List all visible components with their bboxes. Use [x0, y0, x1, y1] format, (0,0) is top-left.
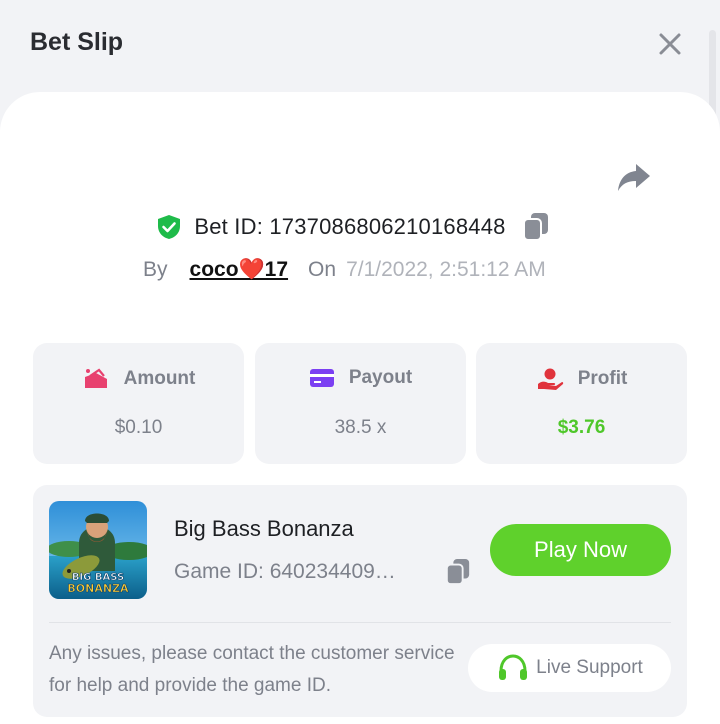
stats-row: Amount $0.10 Payout 38.5 x Profit $3.76 [0, 343, 720, 465]
copy-bet-id-icon[interactable] [522, 212, 550, 242]
hand-coin-icon [537, 368, 563, 390]
by-label: By [143, 258, 168, 281]
bet-id-row: Bet ID: 1737086806210168448 [0, 208, 720, 246]
on-label: On [308, 258, 337, 281]
card-icon [309, 369, 334, 387]
divider [49, 622, 671, 623]
play-now-button[interactable]: Play Now [490, 524, 671, 576]
header: Bet Slip [0, 0, 720, 90]
close-icon [659, 33, 681, 55]
payout-label: Payout [348, 367, 413, 388]
live-support-label: Live Support [536, 657, 643, 678]
issue-text: Any issues, please contact the customer … [49, 643, 455, 696]
shield-check-icon [158, 215, 181, 239]
game-name: Big Bass Bonanza [174, 516, 354, 541]
profit-card: Profit $3.76 [476, 343, 687, 464]
share-button[interactable] [614, 160, 654, 194]
amount-label: Amount [123, 368, 196, 389]
bet-id: Bet ID: 1737086806210168448 [194, 214, 506, 239]
game-thumbnail[interactable]: BIG BASS BONANZA [49, 501, 147, 599]
copy-game-id-icon[interactable] [445, 557, 471, 587]
game-card: BIG BASS BONANZA Big Bass Bonanza Game I… [33, 485, 687, 717]
game-id: Game ID: 640234409… [174, 560, 396, 583]
page-title: Bet Slip [30, 28, 124, 56]
thumbnail-title-line2: BONANZA [67, 582, 129, 595]
money-icon [84, 368, 107, 388]
profit-label: Profit [577, 368, 628, 389]
close-button[interactable] [654, 28, 686, 60]
payout-card: Payout 38.5 x [255, 343, 466, 464]
share-icon [618, 164, 650, 191]
bet-meta-row: By coco❤️17 On 7/1/2022, 2:51:12 AM [143, 254, 546, 286]
bet-datetime: 7/1/2022, 2:51:12 AM [346, 258, 546, 281]
payout-value: 38.5 x [334, 417, 387, 438]
amount-value: $0.10 [114, 417, 163, 438]
profit-value: $3.76 [557, 417, 606, 438]
headset-icon [499, 654, 528, 680]
amount-card: Amount $0.10 [33, 343, 244, 464]
live-support-button[interactable]: Live Support [468, 644, 671, 692]
username-link[interactable]: coco❤️17 [190, 258, 289, 282]
